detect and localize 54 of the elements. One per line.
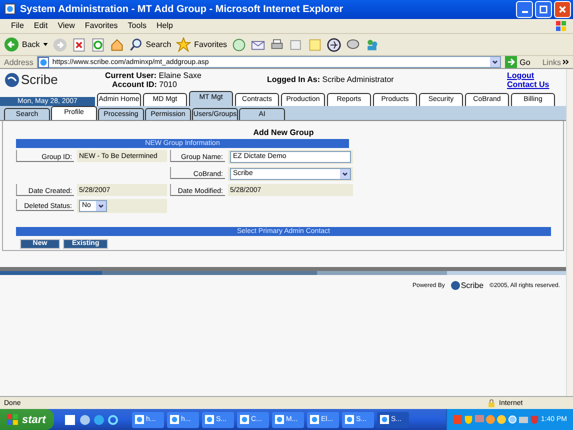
- form-title: Add New Group: [252, 128, 315, 138]
- caret-icon: [42, 43, 48, 46]
- maximize-icon: [539, 4, 548, 14]
- current-user-text: Current User: Elaine Saxe: [105, 70, 202, 80]
- menu-item[interactable]: View: [52, 21, 80, 30]
- window-icon: [205, 415, 214, 424]
- window-icon: [345, 415, 354, 424]
- close-icon: [558, 4, 567, 14]
- scribe-logo: Scribe: [5, 72, 105, 88]
- window-icon: [135, 415, 144, 424]
- logo-dot-icon: [450, 281, 460, 290]
- menu-item[interactable]: Edit: [28, 21, 53, 30]
- go-button[interactable]: Go: [504, 56, 530, 68]
- people-icon[interactable]: [365, 38, 380, 52]
- shield-tray-icon[interactable]: [464, 415, 473, 424]
- page-icon: [4, 3, 16, 16]
- refresh-icon[interactable]: [90, 38, 105, 52]
- window-icon: [310, 415, 319, 424]
- maximize-button[interactable]: [535, 0, 552, 18]
- menu-item[interactable]: Tools: [122, 21, 152, 30]
- menu-item[interactable]: Help: [151, 21, 178, 30]
- stop-icon[interactable]: [72, 38, 86, 52]
- window-icon: [380, 415, 389, 424]
- menu-item[interactable]: File: [6, 21, 29, 30]
- home-icon[interactable]: [110, 38, 124, 52]
- header-link[interactable]: Contact Us: [507, 80, 550, 89]
- logo-swirl-icon: [5, 72, 19, 87]
- window-icon: [240, 415, 249, 424]
- window-title: System Administration - MT Add Group - Microsoft Internet Explorer: [20, 4, 344, 15]
- search-icon: [128, 38, 143, 52]
- logged-in-text: Logged In As: Scribe Administrator: [266, 75, 395, 84]
- menu-item[interactable]: Favorites: [80, 21, 123, 30]
- back-button[interactable]: Back: [4, 37, 48, 52]
- close-button[interactable]: [554, 0, 571, 18]
- links-button[interactable]: Links: [534, 58, 569, 67]
- windows-flag-icon: [555, 20, 567, 32]
- windows-flag-icon: [6, 413, 19, 426]
- favorites-button[interactable]: Favorites: [176, 37, 228, 52]
- lock-icon: [487, 398, 496, 408]
- address-label: Address: [4, 58, 34, 67]
- window-icon: [275, 415, 284, 424]
- note-icon[interactable]: [308, 38, 322, 52]
- window-icon: [170, 415, 179, 424]
- header-link[interactable]: Logout: [507, 70, 550, 80]
- star-icon: [176, 37, 192, 52]
- print-icon[interactable]: [270, 38, 284, 52]
- start-button[interactable]: start: [0, 409, 54, 430]
- chat-icon[interactable]: [346, 38, 360, 52]
- account-id-text: Account ID: 7010: [111, 80, 177, 89]
- chevron-icon: [563, 59, 569, 66]
- minimize-button[interactable]: [516, 0, 533, 18]
- minimize-icon: [522, 10, 528, 13]
- search-button[interactable]: Search: [128, 38, 172, 52]
- scribe-logo: Scribe: [450, 281, 484, 290]
